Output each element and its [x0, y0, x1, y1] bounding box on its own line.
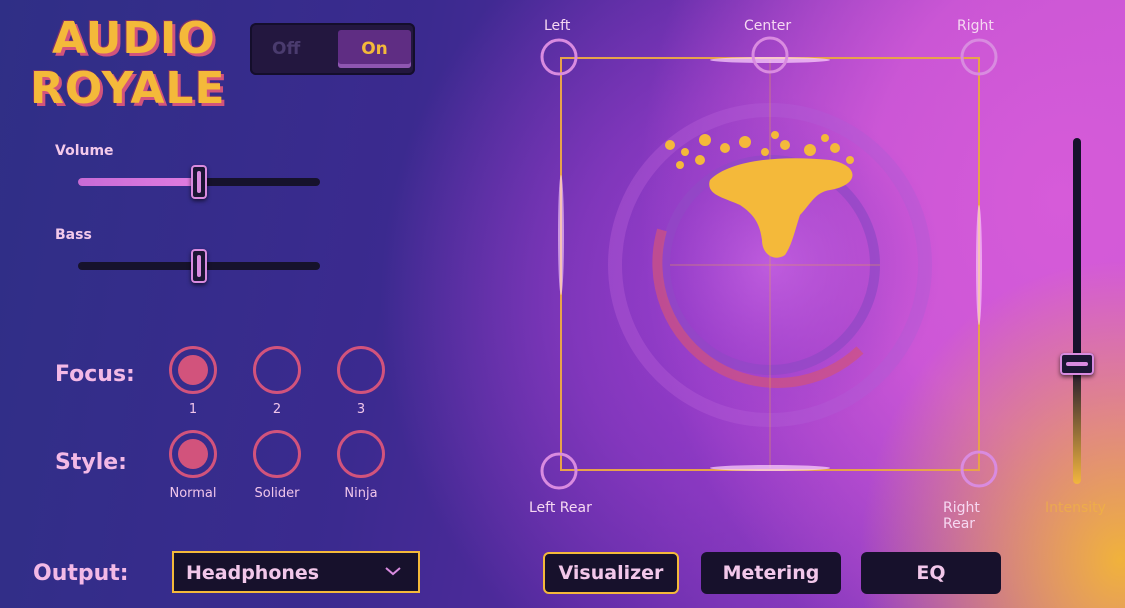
logo-line-1: AUDIO [52, 13, 216, 64]
focus-label: Focus: [55, 362, 135, 387]
style-radio-ninja[interactable] [337, 430, 385, 478]
style-label: Style: [55, 450, 127, 475]
style-option-label: Solider [254, 486, 300, 501]
chevron-down-icon [385, 567, 401, 576]
speaker-left-rear-label: Left Rear [529, 500, 592, 516]
intensity-label: Intensity [1045, 500, 1106, 516]
focus-radio-1[interactable] [169, 346, 217, 394]
surround-visualizer[interactable]: Left Center Right Left Rear Right Rear [529, 0, 1000, 540]
power-toggle[interactable]: Off On [250, 23, 415, 75]
visualizer-graphic [540, 36, 998, 490]
volume-slider-thumb[interactable] [191, 165, 207, 199]
output-label: Output: [33, 561, 129, 586]
style-option-label: Normal [169, 486, 217, 501]
output-select[interactable]: Headphones [172, 551, 420, 593]
focus-option-label: 2 [272, 402, 282, 417]
tab-metering[interactable]: Metering [701, 552, 841, 594]
intensity-slider-thumb[interactable] [1060, 353, 1094, 375]
bass-label: Bass [55, 227, 92, 243]
volume-label: Volume [55, 143, 114, 159]
focus-option-label: 1 [188, 402, 198, 417]
style-radio-solider[interactable] [253, 430, 301, 478]
output-select-value: Headphones [186, 562, 320, 584]
style-radio-normal[interactable] [169, 430, 217, 478]
tab-visualizer[interactable]: Visualizer [543, 552, 679, 594]
bass-slider-thumb[interactable] [191, 249, 207, 283]
speaker-center-label: Center [744, 18, 792, 34]
volume-slider-fill [78, 178, 198, 186]
focus-option-label: 3 [356, 402, 366, 417]
app-logo: AUDIO ROYALE [30, 14, 250, 124]
speaker-right-label: Right [957, 18, 994, 34]
intensity-slider-track[interactable] [1073, 138, 1081, 484]
logo-line-2: ROYALE [30, 63, 226, 114]
style-option-label: Ninja [344, 486, 378, 501]
speaker-left-label: Left [544, 18, 571, 34]
power-on-option[interactable]: On [338, 30, 411, 68]
power-off-option[interactable]: Off [272, 39, 300, 59]
tab-eq[interactable]: EQ [861, 552, 1001, 594]
focus-radio-3[interactable] [337, 346, 385, 394]
speaker-right-rear-label: Right Rear [943, 500, 980, 532]
focus-radio-2[interactable] [253, 346, 301, 394]
